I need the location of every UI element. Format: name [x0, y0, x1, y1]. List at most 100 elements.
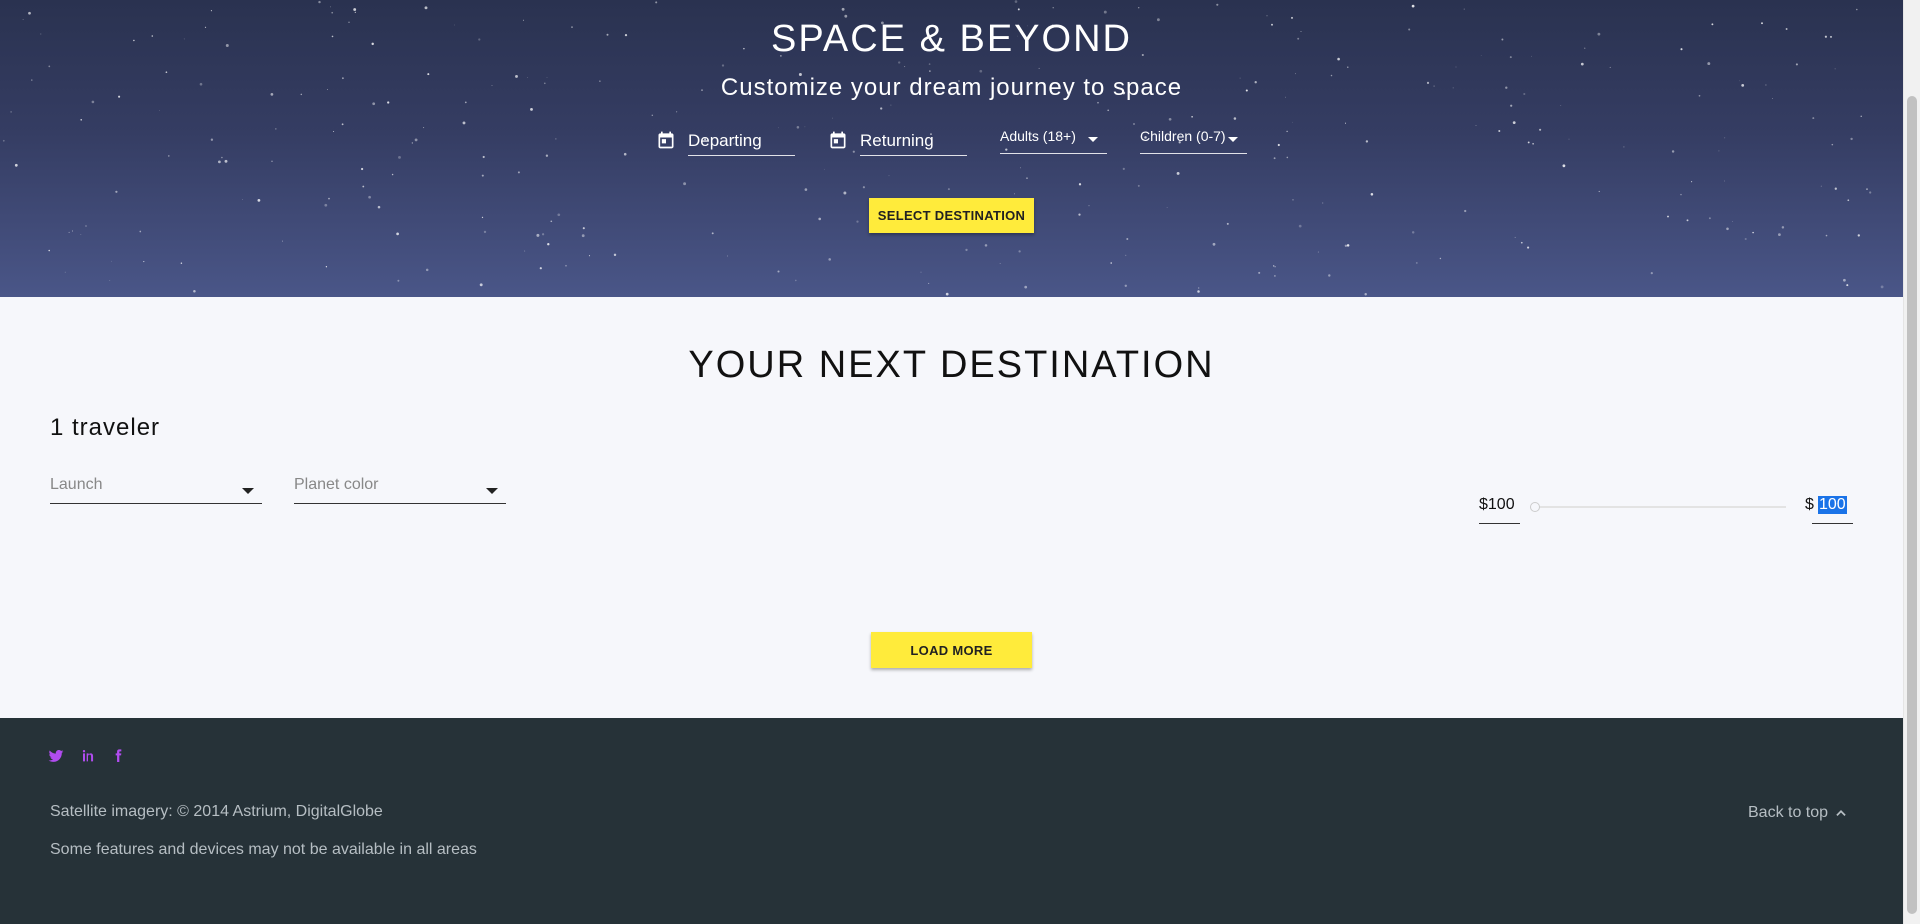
- star: [333, 131, 335, 132]
- departing-date-field[interactable]: Departing: [658, 124, 795, 156]
- chevron-down-icon: [486, 488, 498, 494]
- load-more-button[interactable]: LOAD MORE: [871, 632, 1032, 668]
- star: [1724, 180, 1725, 182]
- star: [1598, 190, 1600, 193]
- star: [1726, 227, 1729, 231]
- star: [424, 6, 428, 10]
- star: [1258, 271, 1261, 274]
- star: [210, 138, 214, 141]
- star: [324, 203, 328, 207]
- star: [711, 232, 714, 235]
- star: [1464, 209, 1467, 213]
- star: [85, 225, 87, 227]
- star: [676, 111, 678, 113]
- returning-date-field[interactable]: Returning: [830, 124, 967, 156]
- star: [1691, 181, 1693, 183]
- scrollbar-thumb[interactable]: [1907, 96, 1917, 914]
- adults-select[interactable]: Adults (18+): [1000, 124, 1107, 154]
- star: [828, 258, 831, 261]
- price-min-field[interactable]: $100: [1479, 494, 1520, 524]
- star: [1568, 138, 1570, 140]
- star: [1298, 224, 1302, 228]
- star: [257, 199, 261, 202]
- back-to-top-link[interactable]: Back to top: [1748, 804, 1848, 822]
- star: [1233, 117, 1237, 120]
- price-max-field[interactable]: 100: [1812, 494, 1853, 524]
- select-destination-button[interactable]: SELECT DESTINATION: [869, 198, 1034, 233]
- star: [411, 142, 413, 144]
- star: [354, 11, 356, 13]
- star: [796, 126, 800, 129]
- star: [1732, 220, 1733, 222]
- star: [1078, 183, 1082, 186]
- star: [115, 190, 118, 193]
- star: [1562, 164, 1566, 168]
- star: [1191, 115, 1193, 118]
- planet-color-select[interactable]: Planet color: [294, 474, 506, 504]
- star: [1718, 150, 1720, 152]
- star: [1364, 293, 1367, 296]
- star: [832, 117, 833, 119]
- star: [1520, 241, 1523, 244]
- star: [193, 290, 196, 293]
- star: [1510, 104, 1513, 107]
- star: [1166, 207, 1168, 209]
- launch-select[interactable]: Launch: [50, 474, 262, 504]
- star: [1671, 150, 1675, 153]
- star: [856, 220, 859, 223]
- star: [1125, 254, 1127, 257]
- facebook-icon[interactable]: [110, 748, 126, 764]
- star: [581, 234, 585, 238]
- star: [1273, 157, 1276, 160]
- star: [545, 154, 549, 157]
- price-slider-handle[interactable]: [1530, 502, 1540, 512]
- star: [547, 243, 550, 246]
- departing-label: Departing: [688, 131, 762, 150]
- star: [1724, 137, 1726, 139]
- star: [1266, 15, 1268, 17]
- star: [530, 108, 533, 111]
- star: [414, 138, 418, 142]
- star: [804, 126, 806, 128]
- star: [843, 191, 847, 195]
- star: [1137, 184, 1140, 187]
- star: [1843, 278, 1846, 282]
- star: [928, 282, 930, 284]
- star: [68, 231, 70, 233]
- section-title: YOUR NEXT DESTINATION: [688, 344, 1215, 386]
- star: [928, 63, 931, 65]
- star: [524, 250, 526, 252]
- star: [48, 65, 51, 68]
- star: [1580, 62, 1584, 66]
- page-scrollbar[interactable]: [1903, 0, 1920, 924]
- star: [1707, 62, 1711, 66]
- star: [1609, 66, 1611, 68]
- star: [368, 195, 371, 199]
- star: [1680, 193, 1682, 196]
- star: [318, 0, 321, 4]
- star: [1880, 285, 1884, 289]
- star: [613, 253, 617, 257]
- star: [1292, 199, 1294, 201]
- twitter-icon[interactable]: [48, 748, 64, 764]
- star: [1322, 202, 1324, 204]
- star: [110, 260, 112, 262]
- star: [1866, 188, 1868, 190]
- star: [1110, 262, 1112, 264]
- footer: Satellite imagery: © 2014 Astrium, Digit…: [0, 718, 1903, 924]
- children-select[interactable]: Children (0-7): [1140, 124, 1247, 154]
- star: [1415, 261, 1418, 264]
- chevron-up-icon: [1836, 810, 1846, 816]
- star: [929, 70, 931, 72]
- price-slider-track[interactable]: [1534, 506, 1786, 508]
- hero-banner: SPACE & BEYOND Customize your dream jour…: [0, 0, 1903, 297]
- star: [481, 216, 484, 219]
- linkedin-icon[interactable]: [80, 748, 96, 764]
- star: [1014, 0, 1018, 3]
- star: [1857, 234, 1860, 237]
- star: [180, 262, 183, 264]
- star: [1846, 284, 1849, 287]
- children-label: Children (0-7): [1140, 128, 1226, 144]
- star: [541, 233, 545, 236]
- star: [1014, 193, 1015, 195]
